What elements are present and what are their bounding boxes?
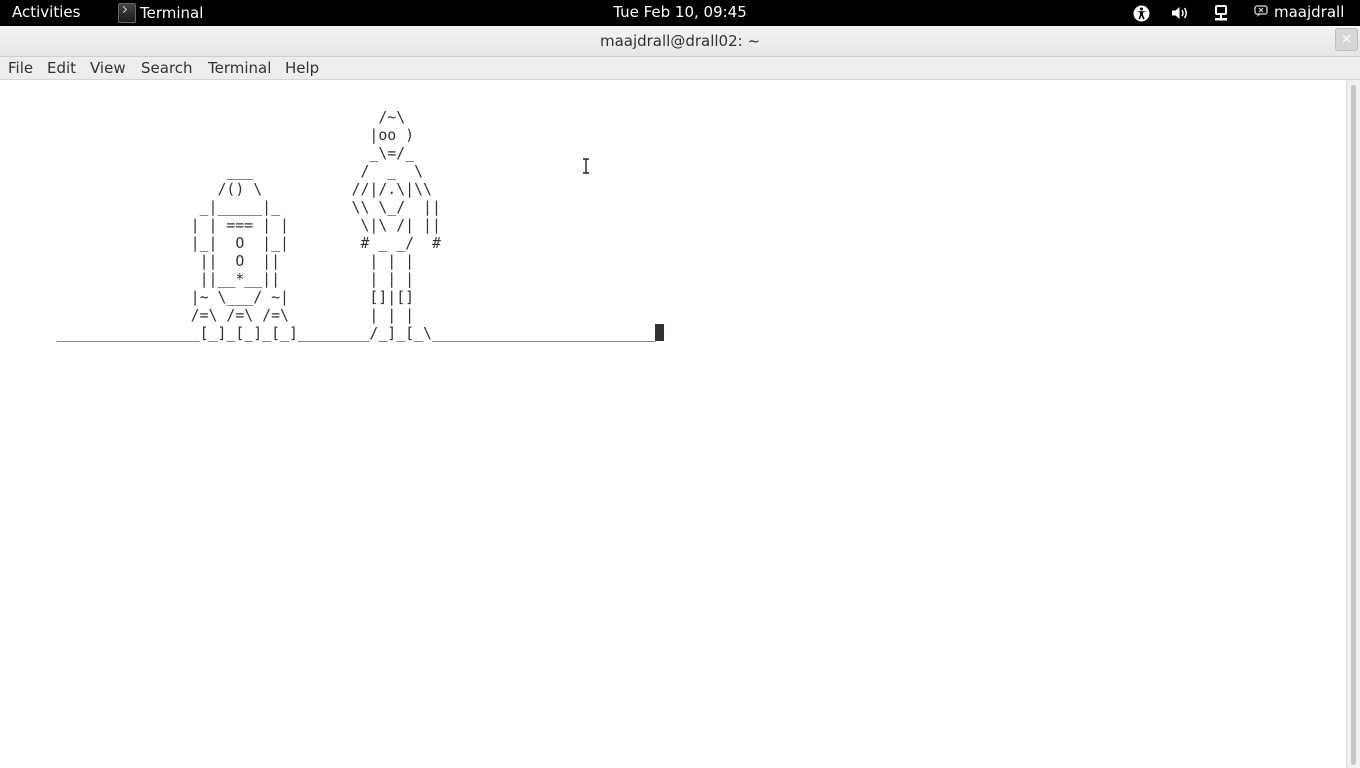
terminal-line: || O || | | | <box>3 252 415 270</box>
menu-bar: File Edit View Search Terminal Help <box>0 57 1360 80</box>
menu-terminal[interactable]: Terminal <box>208 59 271 77</box>
activities-button[interactable]: Activities <box>12 3 80 21</box>
terminal-line: |_| O |_| # _ _/ # <box>3 234 441 252</box>
app-menu-button[interactable]: Terminal <box>118 2 203 24</box>
window-title: maajdrall@drall02: ~ <box>599 32 761 50</box>
username-label: maajdrall <box>1274 3 1345 21</box>
terminal-line: | | === | | \|\ /| || <box>3 216 441 234</box>
terminal-line: ________________[_]_[_]_[_]________/_]_[… <box>3 324 656 342</box>
menu-search[interactable]: Search <box>141 59 193 77</box>
terminal-line: _\=/_ <box>3 144 415 162</box>
terminal-app-icon <box>118 3 136 23</box>
volume-icon[interactable] <box>1170 3 1190 23</box>
window-title-bar[interactable]: maajdrall@drall02: ~ <box>0 26 1360 57</box>
accessibility-icon[interactable] <box>1131 3 1151 23</box>
close-window-button[interactable]: × <box>1335 28 1358 51</box>
scrollbar[interactable] <box>1346 80 1360 768</box>
app-menu-label: Terminal <box>140 4 204 22</box>
text-cursor-icon <box>583 158 589 174</box>
menu-view[interactable]: View <box>90 59 126 77</box>
close-icon: × <box>1340 31 1353 47</box>
terminal-line: ___ / _ \ <box>3 162 424 180</box>
top-bar: Activities Terminal Tue Feb 10, 09:45 ma… <box>0 0 1360 26</box>
menu-file[interactable]: File <box>8 59 33 77</box>
terminal-line: /() \ //|/.\|\\ <box>3 180 432 198</box>
user-status-icon <box>1254 3 1268 21</box>
clock-button[interactable]: Tue Feb 10, 09:45 <box>613 3 747 21</box>
terminal-line: |oo ) <box>3 126 415 144</box>
terminal-cursor <box>655 324 665 341</box>
network-icon[interactable] <box>1211 3 1231 23</box>
terminal-output: /~\ |oo ) _\=/_ ___ / _ \ /() \ //|/.\|\… <box>3 108 665 342</box>
terminal-line: _|_____|_ \\ \_/ || <box>3 198 441 216</box>
menu-help[interactable]: Help <box>285 59 319 77</box>
terminal-line: /=\ /=\ /=\ | | | <box>3 306 415 324</box>
clock-container: Tue Feb 10, 09:45 <box>0 3 1360 21</box>
user-menu-button[interactable]: maajdrall <box>1254 3 1344 21</box>
scrollbar-thumb[interactable] <box>1351 85 1356 765</box>
terminal-line: |~ \___/ ~| []|[] <box>3 288 415 306</box>
terminal-line: ||__*__|| | | | <box>3 270 415 288</box>
menu-edit[interactable]: Edit <box>47 59 76 77</box>
terminal-line: /~\ <box>3 108 406 126</box>
